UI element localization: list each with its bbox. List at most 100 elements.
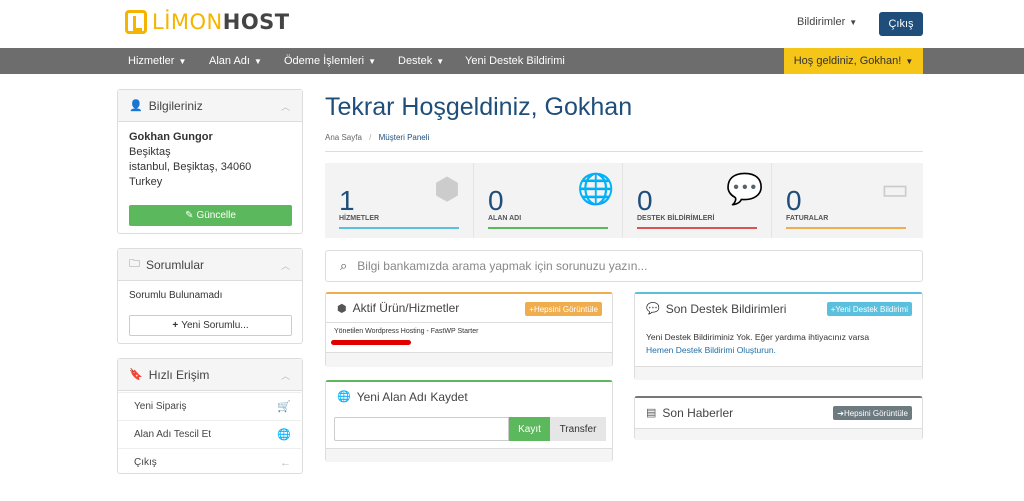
search-input[interactable] — [357, 259, 922, 273]
info-panel: 👤 Bilgileriniz ︿ Gokhan Gungor Beşiktaş … — [117, 89, 303, 234]
quick-link-logout[interactable]: Çıkış ← — [118, 448, 303, 476]
breadcrumb-home[interactable]: Ana Sayfa — [325, 133, 362, 142]
caret-down-icon: ▼ — [253, 57, 262, 66]
pencil-icon: ✎ — [185, 210, 194, 221]
logo[interactable]: LİMONHOST — [125, 10, 290, 34]
latest-news-panel: ▤ Son Haberler ➔ Hepsini Görüntüle — [634, 396, 923, 440]
globe-icon: 🌐 — [277, 429, 291, 441]
register-domain-title: Yeni Alan Adı Kaydet — [356, 389, 468, 404]
no-tickets-text: Yeni Destek Bildiriminiz Yok. Eğer yardı… — [646, 332, 870, 342]
folder-icon: 🗀 — [129, 258, 140, 270]
stat-services[interactable]: 1 HİZMETLER ⬢ — [325, 163, 474, 238]
register-domain-panel: 🌐 Yeni Alan Adı Kaydet Kayıt Transfer — [325, 380, 613, 462]
bookmark-icon: 🔖 — [129, 369, 143, 381]
new-contact-button[interactable]: + Yeni Sorumlu... — [129, 315, 292, 336]
stat-label: HİZMETLER — [339, 215, 380, 222]
main-nav: Hizmetler ▼ Alan Adı ▼ Ödeme İşlemleri ▼ De… — [0, 48, 1024, 74]
stat-bar — [637, 227, 757, 229]
globe-icon: 🌐 — [577, 172, 615, 206]
view-all-products-button[interactable]: + Hepsini Görüntüle — [525, 302, 602, 316]
client-address-line1: Beşiktaş — [129, 146, 171, 158]
logo-icon — [125, 10, 147, 34]
stat-value: 0 — [786, 185, 802, 216]
stat-tickets[interactable]: 0 DESTEK BİLDİRİMLERİ 💬 — [623, 163, 772, 238]
arrow-left-icon: ← — [280, 456, 291, 469]
client-address-line2: istanbul, Beşiktaş, 34060 — [129, 161, 252, 173]
logout-button[interactable]: Çıkış — [879, 12, 923, 36]
domain-input[interactable] — [334, 417, 509, 441]
chevron-up-icon[interactable]: ︿ — [281, 100, 290, 113]
stat-label: ALAN ADI — [488, 215, 522, 222]
nav-odeme-islemleri[interactable]: Ödeme İşlemleri ▼ — [284, 55, 376, 67]
client-country: Turkey — [129, 176, 163, 188]
recent-tickets-title: Son Destek Bildirimleri — [665, 301, 787, 316]
contacts-panel-title: Sorumlular — [146, 257, 205, 272]
comments-icon: 💬 — [726, 172, 764, 206]
quick-link-register-domain[interactable]: Alan Adı Tescil Et 🌐 — [118, 420, 303, 448]
caret-down-icon: ▼ — [436, 57, 445, 66]
stat-bar — [339, 227, 459, 229]
stat-value: 1 — [339, 185, 355, 216]
divider — [325, 151, 923, 152]
notifications-label: Bildirimler — [797, 16, 846, 28]
contacts-empty-text: Sorumlu Bulunamadı — [129, 290, 223, 301]
latest-news-title: Son Haberler — [662, 405, 734, 420]
view-all-news-button[interactable]: ➔ Hepsini Görüntüle — [833, 406, 912, 420]
active-products-panel: ⬢ Aktif Ürün/Hizmetler + Hepsini Görüntü… — [325, 292, 613, 367]
recent-tickets-panel: 💬 Son Destek Bildirimleri + Yeni Destek … — [634, 292, 923, 380]
nav-destek[interactable]: Destek ▼ — [398, 55, 444, 67]
arrow-right-icon: ➔ — [837, 408, 844, 418]
globe-icon: 🌐 — [337, 391, 351, 403]
active-products-title: Aktif Ürün/Hizmetler — [352, 301, 460, 315]
register-domain-header: 🌐 Yeni Alan Adı Kaydet — [326, 382, 612, 411]
stat-bar — [786, 227, 906, 229]
stat-value: 0 — [488, 185, 504, 216]
chevron-up-icon[interactable]: ︿ — [281, 259, 290, 272]
credit-card-icon: ▭ — [880, 172, 910, 206]
stat-label: DESTEK BİLDİRİMLERİ — [637, 215, 715, 222]
transfer-button[interactable]: Transfer — [550, 417, 606, 441]
quick-link-new-order[interactable]: Yeni Sipariş 🛒 — [118, 392, 303, 420]
stats-row: 1 HİZMETLER ⬢ 0 ALAN ADI 🌐 0 DESTEK BİLD… — [325, 163, 923, 238]
nav-alan-adi[interactable]: Alan Adı ▼ — [209, 55, 262, 67]
new-ticket-button[interactable]: + Yeni Destek Bildirimi — [826, 302, 912, 316]
quick-access-panel-header[interactable]: 🔖 Hızlı Erişim ︿ — [118, 359, 302, 391]
quick-access-panel-title: Hızlı Erişim — [148, 367, 210, 382]
stat-value: 0 — [637, 185, 653, 216]
cube-icon: ⬢ — [337, 302, 347, 315]
update-button[interactable]: ✎ Güncelle — [129, 205, 292, 226]
stat-bar — [488, 227, 608, 229]
open-ticket-link[interactable]: Hemen Destek Bildirimi Oluşturun. — [646, 344, 916, 357]
search-icon: ⌕ — [340, 258, 348, 273]
welcome-dropdown[interactable]: Hoş geldiniz, Gokhan! ▼ — [784, 48, 923, 74]
panel-footer — [635, 366, 922, 380]
caret-down-icon: ▼ — [178, 57, 187, 66]
panel-footer — [326, 448, 612, 462]
user-icon: 👤 — [129, 100, 143, 112]
top-bar: LİMONHOST Bildirimler ▼ Çıkış — [0, 0, 1024, 48]
recent-tickets-header: 💬 Son Destek Bildirimleri + Yeni Destek … — [635, 294, 922, 323]
contacts-panel-header[interactable]: 🗀 Sorumlular ︿ — [118, 249, 302, 281]
quick-access-panel: 🔖 Hızlı Erişim ︿ Yeni Sipariş 🛒 Alan Adı… — [117, 358, 303, 474]
breadcrumb: Ana Sayfa / Müşteri Paneli — [325, 133, 430, 142]
stat-invoices[interactable]: 0 FATURALAR ▭ — [772, 163, 921, 238]
register-button[interactable]: Kayıt — [509, 417, 550, 441]
panel-footer — [326, 352, 612, 367]
logo-text-limon: LİMON — [152, 10, 223, 34]
comments-icon: 💬 — [646, 303, 660, 315]
info-panel-header[interactable]: 👤 Bilgileriniz ︿ — [118, 90, 302, 122]
chevron-up-icon[interactable]: ︿ — [281, 369, 290, 382]
product-item[interactable]: Yönetilen Wordpress Hosting - FastWP Sta… — [334, 328, 478, 335]
latest-news-header: ▤ Son Haberler ➔ Hepsini Görüntüle — [635, 398, 922, 427]
contacts-panel: 🗀 Sorumlular ︿ Sorumlu Bulunamadı + Yeni … — [117, 248, 303, 344]
breadcrumb-current: Müşteri Paneli — [378, 133, 430, 142]
panel-footer — [635, 428, 922, 440]
nav-hizmetler[interactable]: Hizmetler ▼ — [128, 55, 186, 67]
caret-down-icon: ▼ — [849, 18, 858, 27]
nav-yeni-destek-bildirimi[interactable]: Yeni Destek Bildirimi — [465, 55, 565, 67]
client-name: Gokhan Gungor — [129, 131, 213, 143]
stat-domains[interactable]: 0 ALAN ADI 🌐 — [474, 163, 623, 238]
notifications-dropdown[interactable]: Bildirimler ▼ — [797, 16, 857, 28]
caret-down-icon: ▼ — [905, 56, 914, 66]
caret-down-icon: ▼ — [368, 57, 376, 66]
